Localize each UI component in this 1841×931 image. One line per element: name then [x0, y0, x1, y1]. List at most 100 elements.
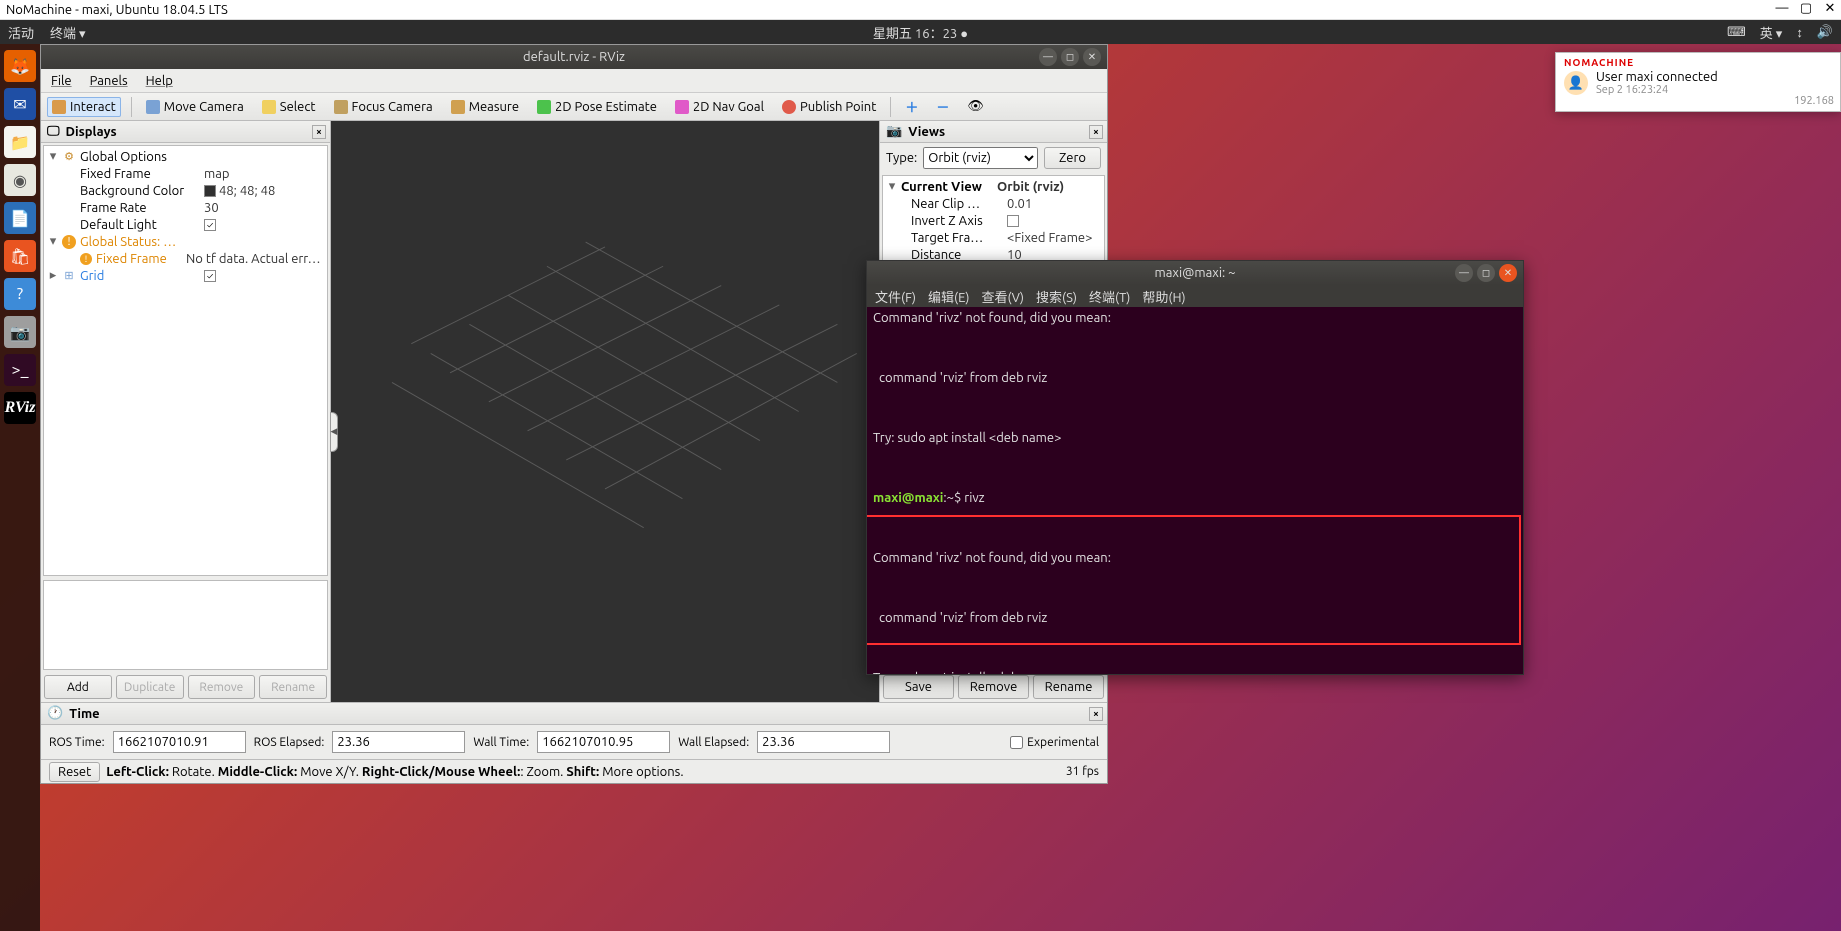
minimize-icon[interactable]: — [1039, 48, 1057, 66]
terminal-title-text: maxi@maxi: ~ [1154, 266, 1235, 280]
libreoffice-icon[interactable]: 📄 [4, 202, 36, 234]
files-icon[interactable]: 📁 [4, 126, 36, 158]
add-button[interactable]: Add [44, 675, 112, 699]
camera-icon: 📷 [886, 124, 902, 139]
tool-publish-point[interactable]: Publish Point [778, 98, 880, 116]
save-button[interactable]: Save [883, 675, 954, 699]
tree-frame-rate[interactable]: Frame Rate30 [44, 199, 327, 216]
menu-file[interactable]: File [51, 74, 72, 88]
ruler-icon [451, 100, 465, 114]
remove-button[interactable]: Remove [188, 675, 256, 699]
software-icon[interactable]: 🛍 [4, 240, 36, 272]
firefox-icon[interactable]: 🦊 [4, 50, 36, 82]
panel-close-icon[interactable]: × [312, 125, 326, 139]
tool-add[interactable]: ＋ [901, 95, 922, 118]
activities-button[interactable]: 活动 [8, 23, 34, 42]
rename-button[interactable]: Rename [259, 675, 327, 699]
tool-2d-nav-goal[interactable]: 2D Nav Goal [671, 98, 768, 116]
menu-help[interactable]: Help [146, 74, 173, 88]
volume-icon[interactable]: 🔊 [1817, 25, 1833, 40]
terminal-output[interactable]: Command 'rivz' not found, did you mean: … [867, 307, 1523, 674]
menu-view[interactable]: 查看(V) [982, 287, 1024, 306]
tree-invert-z[interactable]: Invert Z Axis [883, 212, 1104, 229]
menu-edit[interactable]: 编辑(E) [928, 287, 969, 306]
launcher-dock: 🦊 ✉ 📁 ◉ 📄 🛍 ? 📷 >_ RViz [0, 44, 40, 931]
minimize-icon[interactable]: — [1775, 2, 1789, 16]
tool-remove[interactable]: － [932, 95, 953, 118]
tree-fixed-frame-warn[interactable]: !Fixed FrameNo tf data. Actual err… [44, 250, 327, 267]
tree-global-options[interactable]: ▾⚙Global Options [44, 148, 327, 165]
menu-panels[interactable]: Panels [90, 74, 128, 88]
menu-search[interactable]: 搜索(S) [1036, 287, 1077, 306]
maximize-icon[interactable]: ◻ [1477, 264, 1495, 282]
views-header[interactable]: 📷 Views × [880, 121, 1107, 143]
close-icon[interactable]: ✕ [1823, 2, 1837, 16]
minimize-icon[interactable]: — [1455, 264, 1473, 282]
pin-icon [782, 100, 796, 114]
tree-fixed-frame[interactable]: Fixed Framemap [44, 165, 327, 182]
rename-button[interactable]: Rename [1033, 675, 1104, 699]
help-icon[interactable]: ? [4, 278, 36, 310]
input-lang[interactable]: 英 ▾ [1760, 23, 1783, 42]
close-icon[interactable]: ✕ [1499, 264, 1517, 282]
view-type-select[interactable]: Orbit (rviz) [923, 147, 1038, 169]
maximize-icon[interactable]: ◻ [1061, 48, 1079, 66]
network-icon[interactable]: ↕ [1796, 25, 1803, 40]
tree-grid[interactable]: ▸⊞Grid✓ [44, 267, 327, 284]
time-header[interactable]: 🕐 Time × [41, 703, 1107, 725]
nomachine-notification[interactable]: NOMACHINE 👤 User maxi connected Sep 2 16… [1555, 52, 1841, 112]
menu-terminal[interactable]: 终端(T) [1089, 287, 1130, 306]
plus-icon: ＋ [905, 97, 918, 116]
displays-header[interactable]: 🖵 Displays × [41, 121, 330, 143]
remove-button[interactable]: Remove [958, 675, 1029, 699]
menu-file[interactable]: 文件(F) [875, 287, 916, 306]
tool-interact[interactable]: Interact [47, 97, 121, 117]
duplicate-button[interactable]: Duplicate [116, 675, 184, 699]
tool-visibility[interactable]: 👁 [963, 97, 988, 116]
tree-default-light[interactable]: Default Light✓ [44, 216, 327, 233]
checkbox-icon[interactable]: ✓ [204, 270, 216, 282]
notification-ip: 192.168 [1794, 95, 1834, 107]
maximize-icon[interactable]: ▢ [1799, 2, 1813, 16]
experimental-checkbox[interactable] [1010, 736, 1023, 749]
checkbox-icon[interactable]: ✓ [204, 219, 216, 231]
terminal-icon[interactable]: >_ [4, 354, 36, 386]
panel-close-icon[interactable]: × [1089, 125, 1103, 139]
app-menu[interactable]: 终端 ▾ [50, 23, 86, 42]
tree-global-status[interactable]: ▾!Global Status: … [44, 233, 327, 250]
ros-elapsed-field[interactable] [332, 731, 465, 753]
rviz-titlebar[interactable]: default.rviz - RViz — ◻ ✕ [41, 45, 1107, 69]
ros-time-field[interactable] [113, 731, 246, 753]
tool-2d-pose-estimate[interactable]: 2D Pose Estimate [533, 98, 661, 116]
terminal-titlebar[interactable]: maxi@maxi: ~ — ◻ ✕ [867, 261, 1523, 285]
rviz-3d-viewport[interactable]: ◀ ▶ [331, 121, 879, 702]
tree-near-clip[interactable]: Near Clip …0.01 [883, 195, 1104, 212]
status-hints: Left-Click: Rotate. Middle-Click: Move X… [106, 765, 683, 779]
keyboard-icon[interactable]: ⌨ [1727, 25, 1746, 40]
tool-move-camera[interactable]: Move Camera [142, 98, 248, 116]
wall-elapsed-field[interactable] [757, 731, 890, 753]
tool-focus-camera[interactable]: Focus Camera [330, 98, 437, 116]
rviz-launcher-icon[interactable]: RViz [4, 392, 36, 424]
wall-time-field[interactable] [537, 731, 670, 753]
thunderbird-icon[interactable]: ✉ [4, 88, 36, 120]
reset-button[interactable]: Reset [49, 762, 100, 782]
displays-panel: 🖵 Displays × ▾⚙Global Options Fixed Fram… [41, 121, 331, 702]
clock[interactable]: 星期五 16：23 ● [873, 23, 968, 42]
grid-render [331, 121, 879, 702]
tool-select[interactable]: Select [258, 98, 320, 116]
menu-help[interactable]: 帮助(H) [1142, 287, 1185, 306]
close-icon[interactable]: ✕ [1083, 48, 1101, 66]
panel-close-icon[interactable]: × [1089, 707, 1103, 721]
screenshot-icon[interactable]: 📷 [4, 316, 36, 348]
tree-target-frame[interactable]: Target Fra…<Fixed Frame> [883, 229, 1104, 246]
zero-button[interactable]: Zero [1044, 147, 1101, 169]
tree-current-view[interactable]: ▾Current ViewOrbit (rviz) [883, 178, 1104, 195]
rhythmbox-icon[interactable]: ◉ [4, 164, 36, 196]
tool-measure[interactable]: Measure [447, 98, 523, 116]
checkbox-icon[interactable] [1007, 215, 1019, 227]
user-avatar-icon: 👤 [1564, 71, 1588, 95]
displays-tree[interactable]: ▾⚙Global Options Fixed Framemap Backgrou… [43, 145, 328, 576]
panel-expand-left[interactable]: ◀ [330, 412, 338, 452]
tree-bg-color[interactable]: Background Color 48; 48; 48 [44, 182, 327, 199]
